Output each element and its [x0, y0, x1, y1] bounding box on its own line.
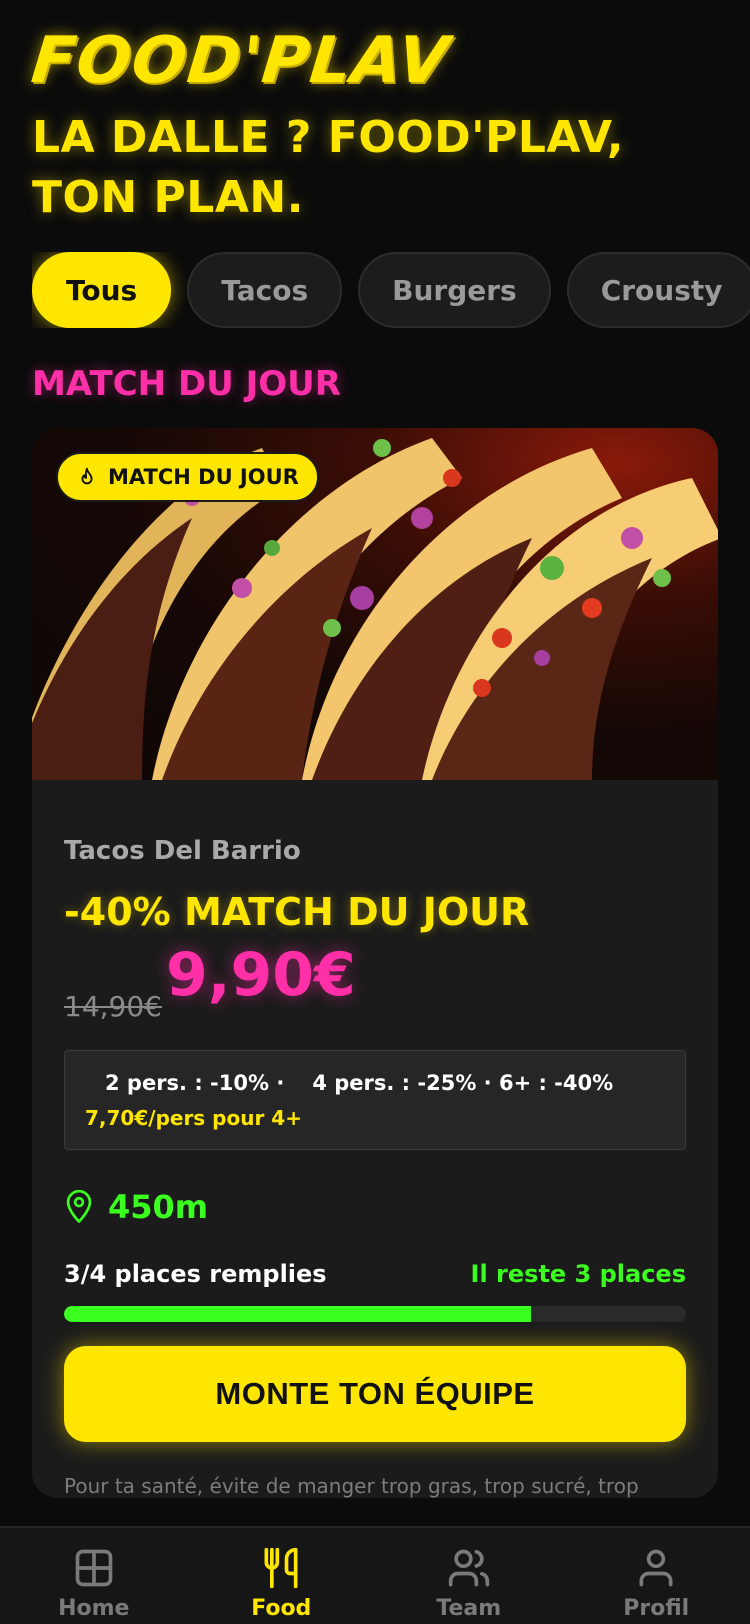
tab-home-label: Home: [58, 1596, 130, 1621]
utensils-icon: [264, 1547, 298, 1589]
places-row: 3/4 places remplies Il reste 3 places: [64, 1260, 686, 1288]
filter-chip-tous[interactable]: Tous: [32, 252, 172, 328]
places-left: Il reste 3 places: [470, 1260, 686, 1288]
tab-team-label: Team: [436, 1596, 502, 1621]
places-progress-bar: [64, 1306, 686, 1322]
group-discount-tiers: 2 pers. : -10% · 4 pers. : -25% · 6+ : -4…: [105, 1071, 613, 1095]
restaurant-name[interactable]: Tacos Del Barrio: [64, 836, 301, 866]
old-price: 14,90€: [64, 990, 162, 1023]
tab-profil-label: Profil: [623, 1596, 690, 1621]
section-title: MATCH DU JOUR: [32, 364, 341, 404]
grid-icon: [75, 1549, 113, 1587]
per-person-price: 7,70€/pers pour 4+: [85, 1106, 302, 1130]
tier-4-6-label: 4 pers. : -25% · 6+ : -40%: [312, 1071, 614, 1095]
tier-2-label: 2 pers. : -10% ·: [105, 1071, 285, 1095]
match-badge-label: MATCH DU JOUR: [108, 465, 299, 489]
health-notice: Pour ta santé, évite de manger trop gras…: [64, 1474, 639, 1498]
flame-icon: [81, 467, 93, 485]
filter-chips: Tous Tacos Burgers Crousty: [32, 252, 750, 328]
app-logo: FOOD'PLAV: [28, 24, 453, 98]
build-team-button[interactable]: MONTE TON ÉQUIPE: [64, 1346, 686, 1442]
distance-value: 450m: [108, 1188, 209, 1226]
deal-title: -40% MATCH DU JOUR: [64, 890, 530, 934]
offer-card[interactable]: MATCH DU JOUR Tacos Del Barrio -40% MATC…: [32, 428, 718, 1498]
tab-food[interactable]: Food: [188, 1528, 376, 1624]
match-badge: MATCH DU JOUR: [56, 452, 319, 502]
new-price: 9,90€: [166, 940, 356, 1010]
tab-home[interactable]: Home: [0, 1528, 188, 1624]
filter-chip-tacos[interactable]: Tacos: [187, 252, 343, 328]
bottom-tab-bar: Home Food Team Profil: [0, 1526, 750, 1624]
user-icon: [639, 1549, 673, 1587]
users-icon: [448, 1549, 489, 1587]
location-pin-icon: [66, 1190, 92, 1223]
places-progress-fill: [64, 1306, 531, 1322]
app-tagline: LA DALLE ? FOOD'PLAV, TON PLAN.: [32, 112, 625, 223]
group-discount-box: 2 pers. : -10% · 4 pers. : -25% · 6+ : -4…: [64, 1050, 686, 1150]
distance-info: 450m: [64, 1188, 208, 1226]
tab-team[interactable]: Team: [375, 1528, 563, 1624]
tab-food-label: Food: [251, 1596, 312, 1621]
filter-chip-burgers[interactable]: Burgers: [358, 252, 551, 328]
offer-image: MATCH DU JOUR: [32, 428, 718, 780]
tab-profil[interactable]: Profil: [563, 1528, 750, 1624]
places-filled: 3/4 places remplies: [64, 1260, 327, 1288]
filter-chip-crousty[interactable]: Crousty: [566, 252, 750, 328]
